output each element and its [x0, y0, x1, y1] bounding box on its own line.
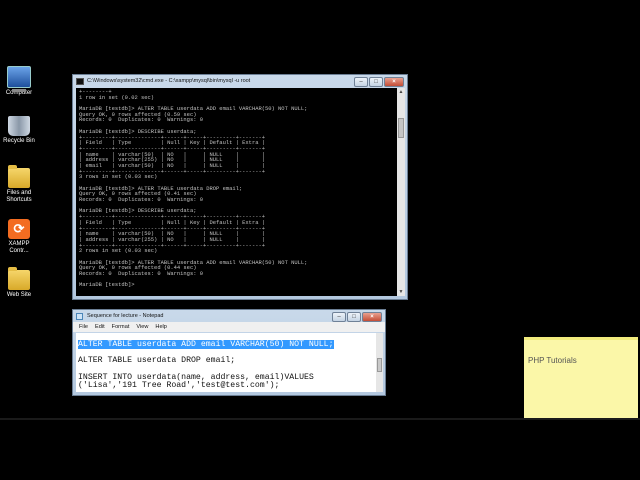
taskbar-edge: [0, 418, 640, 420]
desktop-icon-files-and-shortcuts[interactable]: Files and Shortcuts: [2, 165, 36, 204]
desktop-icon-label: XAMPP Contr...: [8, 241, 30, 254]
menu-edit[interactable]: Edit: [95, 322, 105, 332]
notepad-text-area[interactable]: ALTER TABLE userdata ADD email VARCHAR(5…: [76, 333, 376, 392]
maximize-button[interactable]: □: [347, 312, 361, 322]
recycle-bin-icon: [8, 116, 30, 136]
console-line: MariaDB [testdb]>: [79, 281, 135, 289]
minimize-button[interactable]: –: [354, 77, 368, 87]
selected-text: ALTER TABLE userdata ADD email VARCHAR(5…: [78, 340, 334, 349]
menu-format[interactable]: Format: [112, 322, 130, 332]
scrollbar-thumb[interactable]: [377, 358, 382, 372]
notepad-scrollbar[interactable]: [376, 333, 383, 392]
notepad-icon: [76, 313, 83, 320]
scroll-down-icon[interactable]: ▼: [397, 288, 405, 296]
cmd-title: C:\Windows\system32\cmd.exe - C:\xampp\m…: [87, 78, 251, 84]
cmd-icon: [76, 78, 84, 85]
maximize-button[interactable]: □: [369, 77, 383, 87]
notepad-menubar: File Edit Format View Help: [73, 322, 385, 332]
desktop-icon-xampp[interactable]: ⟳ XAMPP Contr...: [2, 219, 36, 255]
cmd-titlebar[interactable]: C:\Windows\system32\cmd.exe - C:\xampp\m…: [73, 75, 407, 88]
notepad-line: ('Lisa','191 Tree Road','test@test.com')…: [78, 380, 280, 390]
scroll-up-icon[interactable]: ▲: [397, 88, 405, 96]
notepad-titlebar[interactable]: Sequence for lecture - Notepad – □ ×: [73, 310, 385, 322]
folder-icon: [8, 267, 30, 290]
close-button[interactable]: ×: [384, 77, 404, 87]
scrollbar-thumb[interactable]: [398, 118, 404, 138]
menu-help[interactable]: Help: [155, 322, 167, 332]
sticky-note[interactable]: PHP Tutorials: [524, 337, 638, 418]
desktop-icon-label: Recycle Bin: [3, 138, 35, 144]
close-button[interactable]: ×: [362, 312, 382, 322]
minimize-button[interactable]: –: [332, 312, 346, 322]
console-output[interactable]: +--------+ 1 row in set (0.02 sec) MariaDB…: [76, 88, 397, 296]
sticky-note-text: PHP Tutorials: [528, 356, 577, 365]
notepad-title: Sequence for lecture - Notepad: [87, 313, 164, 319]
folder-icon: [8, 165, 30, 188]
notepad-window[interactable]: Sequence for lecture - Notepad – □ × Fil…: [72, 309, 386, 396]
xampp-icon: ⟳: [8, 219, 30, 239]
desktop-icon-computer[interactable]: Computer: [2, 66, 36, 97]
menu-file[interactable]: File: [79, 322, 88, 332]
cmd-window[interactable]: C:\Windows\system32\cmd.exe - C:\xampp\m…: [72, 74, 408, 300]
desktop-icon-label: Files and Shortcuts: [6, 190, 32, 203]
desktop-icon-web-site[interactable]: Web Site: [2, 267, 36, 299]
menu-view[interactable]: View: [136, 322, 148, 332]
notepad-line: ALTER TABLE userdata DROP email;: [78, 356, 236, 366]
console-scrollbar[interactable]: ▲ ▼: [397, 88, 405, 296]
desktop-icon-label: Web Site: [6, 292, 32, 298]
desktop-icon-recycle-bin[interactable]: Recycle Bin: [2, 116, 36, 145]
computer-icon: [7, 66, 31, 92]
